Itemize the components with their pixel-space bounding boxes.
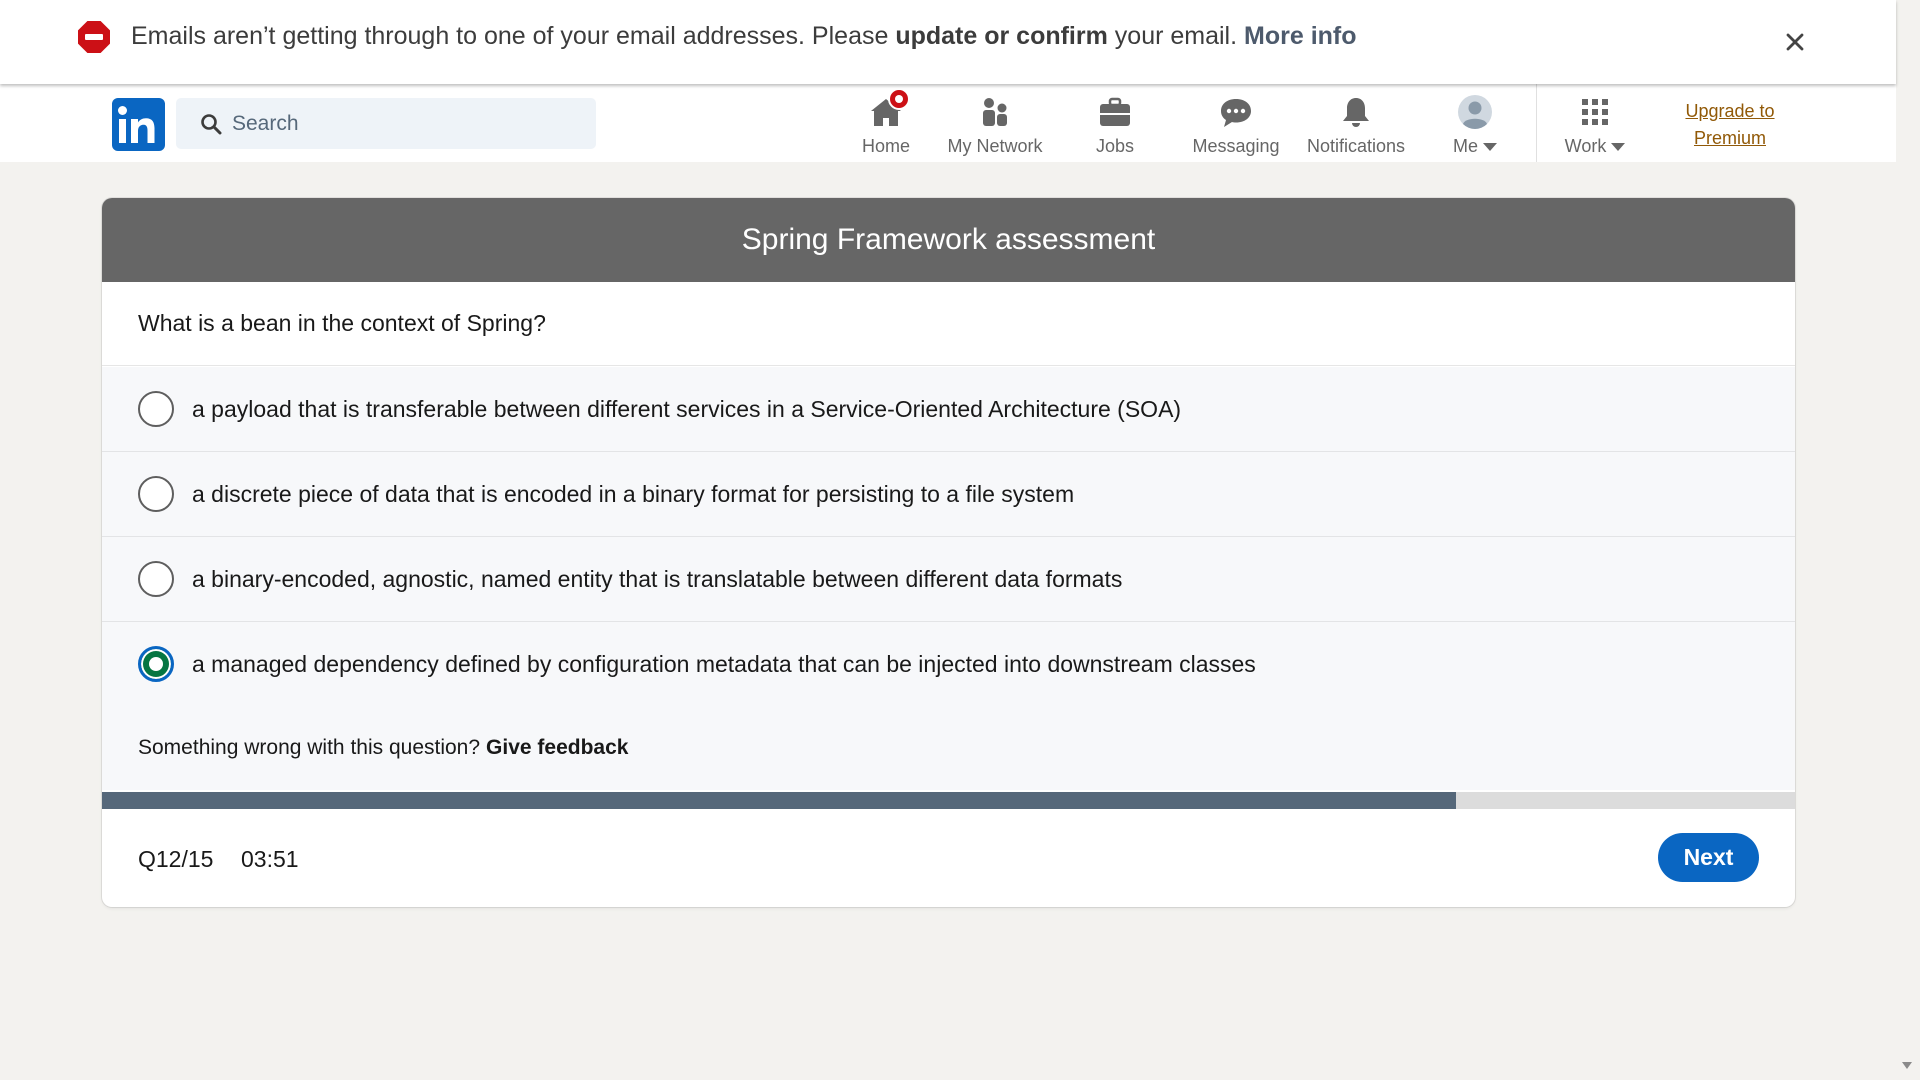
nav-me-text: Me (1452, 136, 1478, 156)
next-button[interactable]: Next (1658, 833, 1759, 882)
close-icon[interactable] (1781, 28, 1809, 56)
answer-option-4[interactable]: a managed dependency defined by configur… (102, 622, 1795, 707)
search-bar[interactable] (176, 98, 596, 149)
messaging-icon (1221, 99, 1251, 127)
briefcase-icon (1100, 97, 1130, 126)
nav-notifications-label: Notifications (1306, 136, 1406, 156)
chevron-down-icon (1483, 143, 1497, 152)
answer-option-1[interactable]: a payload that is transferable between d… (102, 367, 1795, 452)
stop-icon (78, 21, 110, 53)
answer-option-text: a discrete piece of data that is encoded… (192, 481, 1075, 507)
answer-option-text: a payload that is transferable between d… (192, 396, 1182, 422)
nav-notifications[interactable]: Notifications (1300, 90, 1412, 156)
nav-jobs-label: Jobs (1095, 136, 1135, 156)
scroll-down-arrow-icon[interactable] (1902, 1062, 1912, 1069)
linkedin-logo-icon (118, 106, 155, 143)
nav-divider (1536, 84, 1537, 162)
premium-line1: Upgrade to (1685, 101, 1775, 121)
assessment-card: Spring Framework assessment What is a be… (102, 198, 1795, 907)
search-icon (201, 114, 222, 135)
email-alert-banner: Emails aren’t getting through to one of … (0, 0, 1896, 84)
progress-bar (102, 792, 1795, 809)
nav-work-text: Work (1564, 136, 1607, 156)
banner-message: Emails aren’t getting through to one of … (131, 22, 1357, 51)
network-icon (983, 98, 1007, 126)
nav-work[interactable]: Work (1555, 90, 1635, 156)
notification-badge (888, 88, 910, 110)
question-counter: Q12/15 (138, 846, 214, 872)
avatar (1458, 95, 1492, 129)
banner-text-pre: Emails aren’t getting through to one of … (131, 22, 896, 50)
scrollbar[interactable] (1896, 0, 1920, 1080)
question-text: What is a bean in the context of Spring? (102, 282, 1795, 366)
answer-option-text: a binary-encoded, agnostic, named entity… (192, 566, 1123, 592)
radio-button[interactable] (138, 561, 174, 597)
nav-home[interactable]: Home (846, 88, 926, 156)
assessment-title: Spring Framework assessment (102, 198, 1795, 282)
premium-line2: Premium (1693, 128, 1766, 148)
nav-jobs[interactable]: Jobs (1075, 90, 1155, 156)
grid-icon (1582, 99, 1608, 125)
banner-text-post: your email. (1107, 22, 1245, 50)
answer-option-text: a managed dependency defined by configur… (192, 651, 1256, 677)
feedback-row: Something wrong with this question? Give… (102, 706, 1795, 790)
search-input[interactable] (232, 98, 582, 149)
nav-messaging[interactable]: Messaging (1186, 90, 1286, 156)
nav-messaging-label: Messaging (1192, 136, 1280, 156)
update-confirm-link[interactable]: update or confirm (895, 22, 1108, 50)
radio-button[interactable] (138, 476, 174, 512)
assessment-footer: Q12/15 03:51 Next (102, 809, 1795, 907)
nav-my-network[interactable]: My Network (940, 90, 1050, 156)
linkedin-logo[interactable] (112, 98, 165, 151)
nav-home-label: Home (861, 136, 910, 156)
answer-option-3[interactable]: a binary-encoded, agnostic, named entity… (102, 537, 1795, 622)
nav-me[interactable]: Me (1437, 90, 1513, 156)
nav-my-network-label: My Network (947, 136, 1043, 156)
chevron-down-icon (1611, 143, 1626, 152)
more-info-link[interactable]: More info (1244, 22, 1357, 50)
give-feedback-link[interactable]: Give feedback (486, 736, 628, 760)
bell-icon (1343, 98, 1369, 127)
radio-button-selected[interactable] (138, 646, 174, 682)
nav-me-label: Me (1453, 136, 1497, 157)
progress-fill (102, 792, 1457, 809)
nav-work-label: Work (1565, 136, 1626, 157)
answer-option-2[interactable]: a discrete piece of data that is encoded… (102, 452, 1795, 537)
upgrade-premium-link[interactable]: Upgrade to Premium (1668, 98, 1792, 152)
timer: 03:51 (241, 846, 299, 872)
global-nav: Home My Network Jobs (0, 84, 1896, 162)
radio-button[interactable] (138, 391, 174, 427)
feedback-prompt: Something wrong with this question? (138, 736, 481, 759)
